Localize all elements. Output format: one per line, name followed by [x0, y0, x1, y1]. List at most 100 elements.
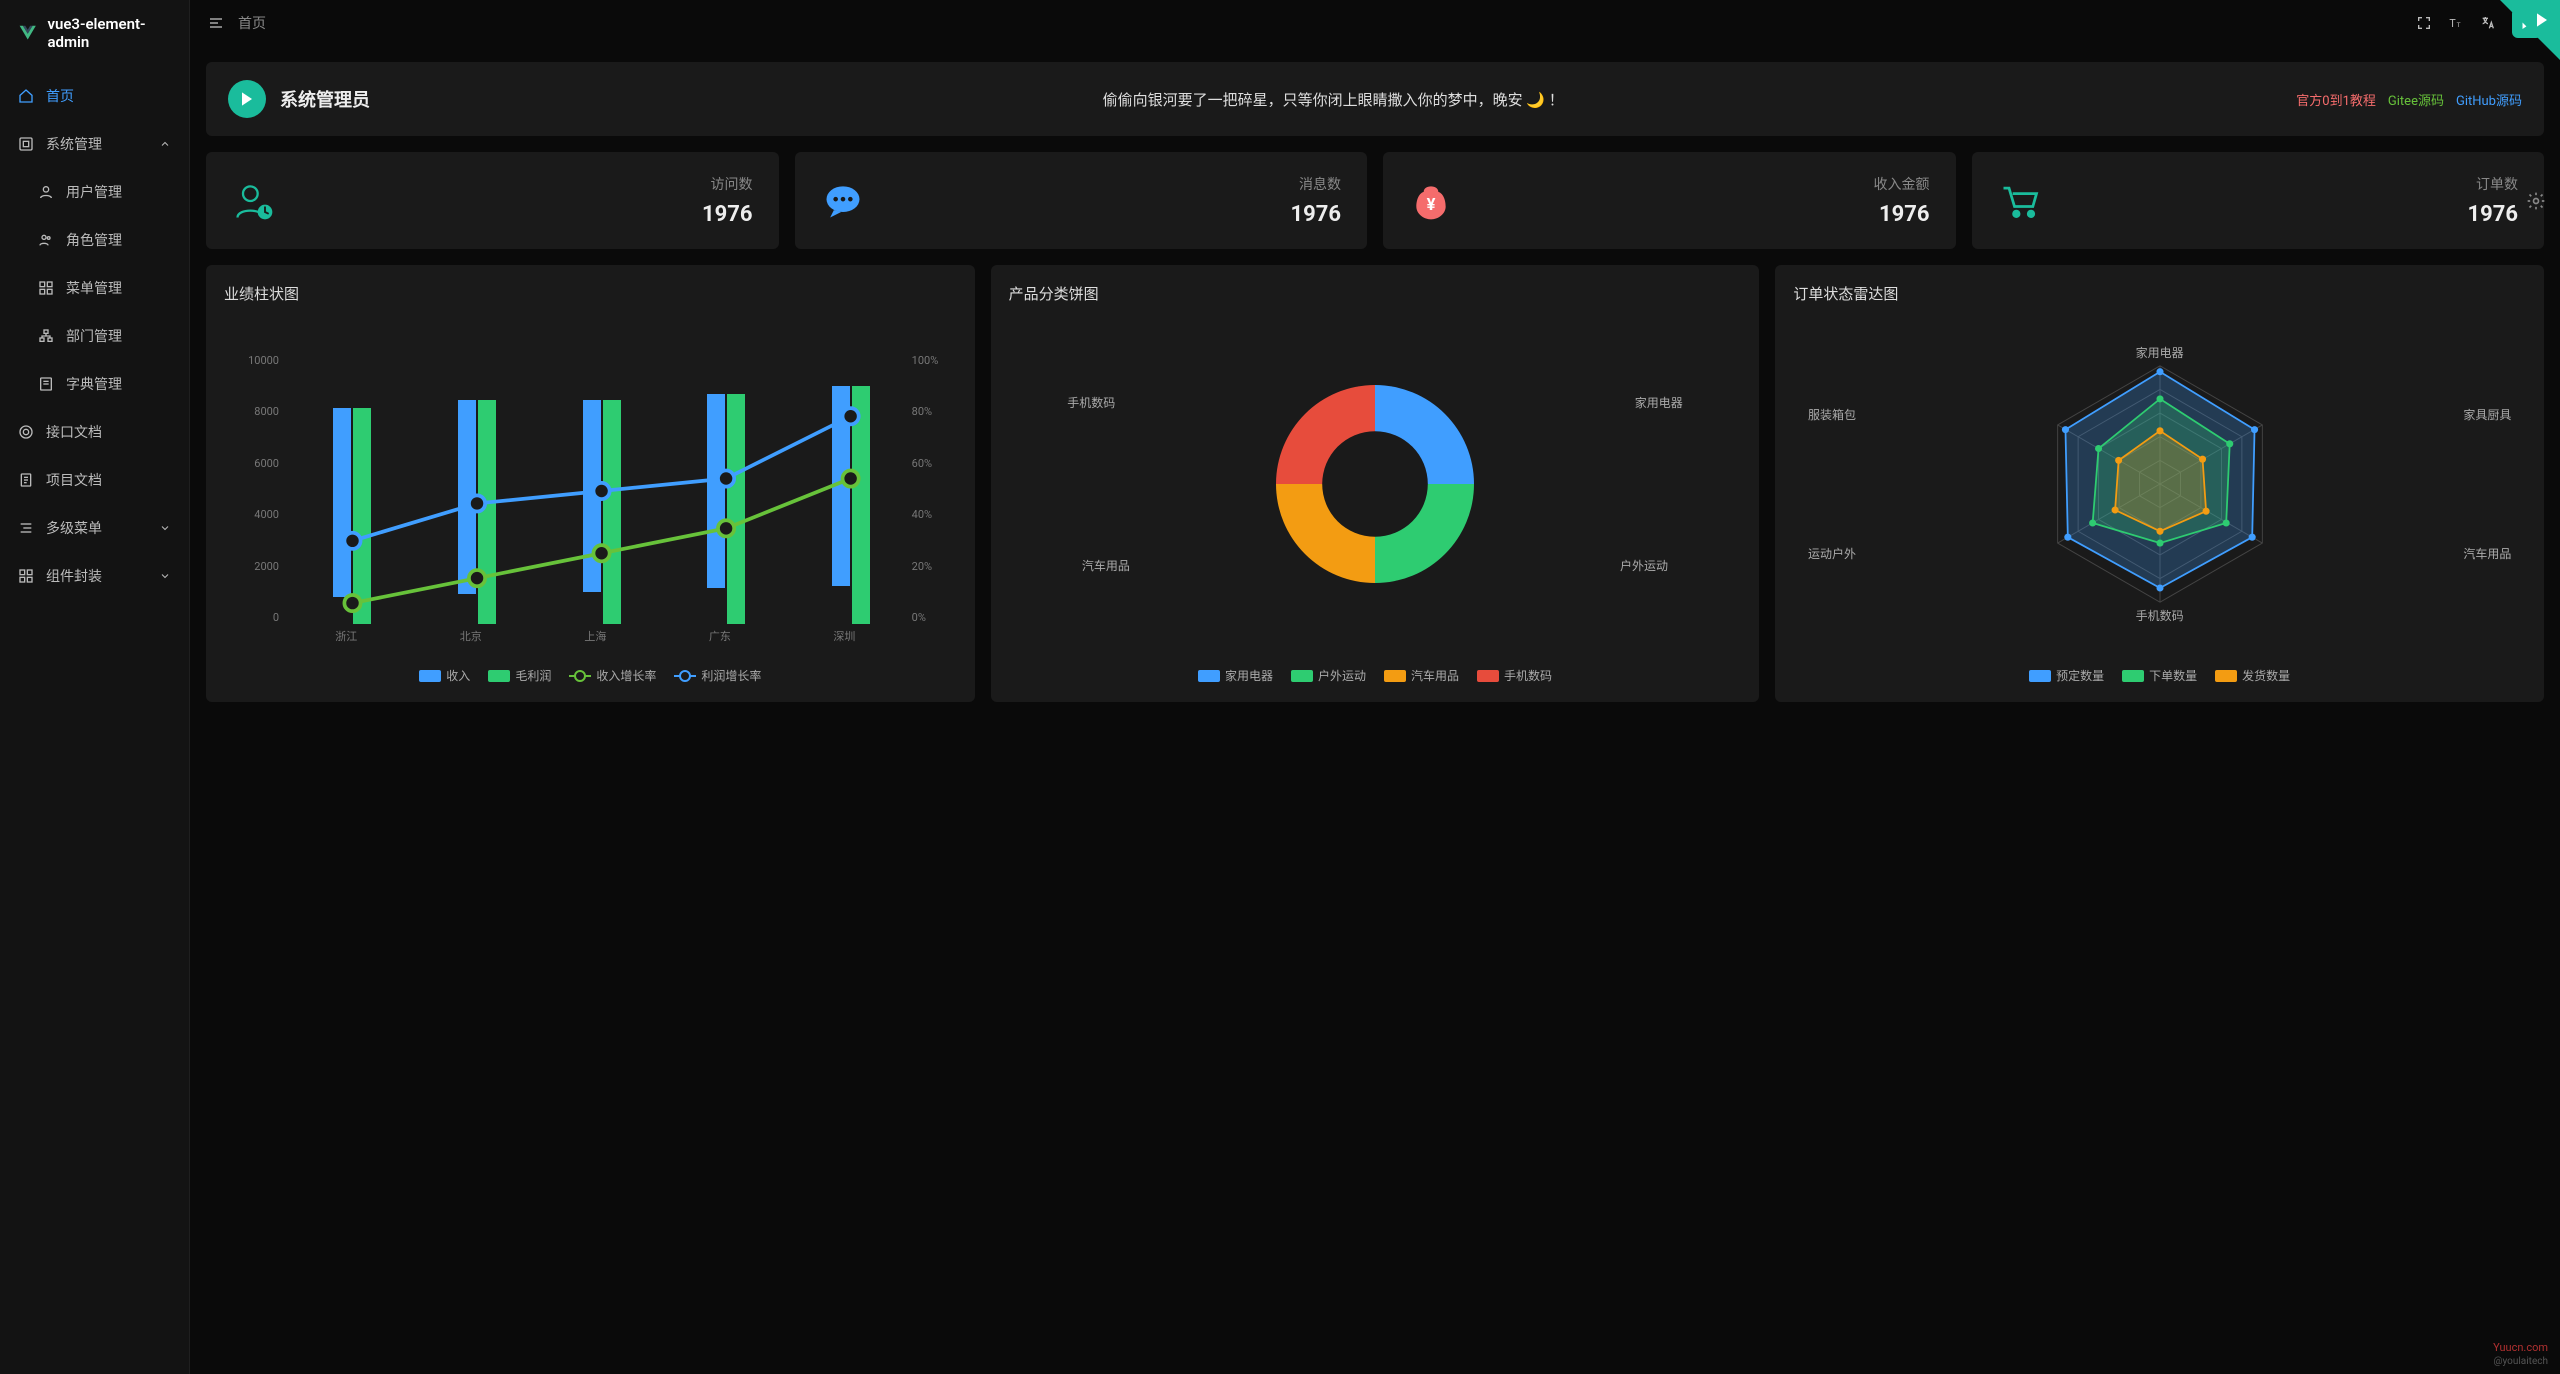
corner-ribbon[interactable] — [2500, 0, 2560, 60]
sidebar-item-home[interactable]: 首页 — [0, 72, 189, 120]
menu-icon — [38, 280, 54, 296]
pie-chart-card: 产品分类饼图 家用电器 户外运动 汽车 — [991, 265, 1760, 702]
bar-chart-body: 10000 8000 6000 4000 2000 0 100% 80% 60%… — [224, 344, 957, 684]
component-icon — [18, 568, 34, 584]
sidebar-item-project-doc[interactable]: 项目文档 — [0, 456, 189, 504]
settings-icon — [18, 136, 34, 152]
home-icon — [18, 88, 34, 104]
sidebar-item-dept[interactable]: 部门管理 — [0, 312, 189, 360]
sidebar-item-label: 项目文档 — [46, 470, 171, 490]
bar-area — [284, 354, 907, 624]
stat-label: 收入金额 — [1874, 174, 1930, 194]
stat-income: ¥ 收入金额 1976 — [1383, 152, 1956, 249]
pie-label: 家用电器 — [1635, 394, 1683, 411]
svg-text:T: T — [2449, 17, 2456, 30]
sidebar-item-label: 系统管理 — [46, 134, 147, 154]
stat-orders: 订单数 1976 — [1972, 152, 2545, 249]
sidebar-item-label: 多级菜单 — [46, 518, 147, 538]
link-github[interactable]: GitHub源码 — [2456, 90, 2522, 109]
visitor-icon — [232, 179, 276, 223]
radar-chart-card: 订单状态雷达图 — [1775, 265, 2544, 702]
stat-value: 1976 — [1874, 202, 1930, 227]
vue-logo-icon — [18, 22, 37, 44]
dict-icon — [38, 376, 54, 392]
pie-label: 汽车用品 — [1082, 557, 1130, 574]
welcome-banner: 系统管理员 偷偷向银河要了一把碎星，只等你闭上眼睛撒入你的梦中，晚安 🌙 ！ 官… — [206, 62, 2544, 136]
chart-title: 业绩柱状图 — [224, 283, 957, 304]
cart-icon — [1998, 179, 2042, 223]
translate-icon[interactable] — [2480, 15, 2496, 31]
collapse-icon[interactable] — [208, 15, 224, 31]
settings-gear-icon[interactable] — [2526, 191, 2546, 211]
sidebar-item-users[interactable]: 用户管理 — [0, 168, 189, 216]
chevron-up-icon — [159, 138, 171, 150]
logo-area: vue3-element-admin — [0, 0, 189, 66]
sidebar-item-menus[interactable]: 菜单管理 — [0, 264, 189, 312]
x-axis: 浙江 北京 上海 广东 深圳 — [284, 628, 907, 644]
sidebar-item-label: 菜单管理 — [66, 278, 171, 298]
chevron-down-icon — [159, 570, 171, 582]
stat-label: 访问数 — [702, 174, 753, 194]
admin-avatar — [228, 80, 266, 118]
bar-legend: 收入 毛利润 收入增长率 利润增长率 — [224, 667, 957, 684]
fullscreen-icon[interactable] — [2416, 15, 2432, 31]
money-icon: ¥ — [1409, 179, 1453, 223]
sidebar-item-label: 字典管理 — [66, 374, 171, 394]
sidebar-item-label: 角色管理 — [66, 230, 171, 250]
charts-row: 业绩柱状图 10000 8000 6000 4000 2000 0 100% — [206, 265, 2544, 702]
api-icon — [18, 424, 34, 440]
stat-visits: 访问数 1976 — [206, 152, 779, 249]
link-tutorial[interactable]: 官方0到1教程 — [2296, 90, 2376, 109]
sidebar-item-api-doc[interactable]: 接口文档 — [0, 408, 189, 456]
main-area: 首页 TT 系统管理员 偷偷向银河要了一把碎星，只等你闭上眼睛撒入你的 — [190, 0, 2560, 1374]
admin-title: 系统管理员 — [280, 86, 370, 112]
multilevel-icon — [18, 520, 34, 536]
app-name: vue3-element-admin — [47, 15, 171, 51]
radar-chart-body: 家用电器 家具厨具 汽车用品 手机数码 运动户外 服装箱包 预定数量 下单数量 … — [1793, 344, 2526, 684]
radar-svg — [2030, 354, 2290, 614]
radar-legend: 预定数量 下单数量 发货数量 — [1793, 667, 2526, 684]
sidebar-item-label: 组件封装 — [46, 566, 147, 586]
sidebar-item-system[interactable]: 系统管理 — [0, 120, 189, 168]
stat-value: 1976 — [2468, 202, 2519, 227]
doc-icon — [18, 472, 34, 488]
svg-text:¥: ¥ — [1427, 196, 1436, 215]
bar-chart-card: 业绩柱状图 10000 8000 6000 4000 2000 0 100% — [206, 265, 975, 702]
stat-label: 订单数 — [2468, 174, 2519, 194]
chart-title: 订单状态雷达图 — [1793, 283, 2526, 304]
link-gitee[interactable]: Gitee源码 — [2388, 90, 2444, 109]
topbar: 首页 TT — [190, 0, 2560, 46]
svg-text:T: T — [2457, 21, 2461, 29]
stats-row: 访问数 1976 消息数1976 ¥ 收入金额 1976 订单数 1976 — [206, 152, 2544, 249]
donut-svg — [1265, 374, 1485, 594]
stat-value: 1976 — [702, 202, 753, 227]
watermark: Yuucn.com @youlaitech — [2493, 1341, 2548, 1368]
banner-links: 官方0到1教程 Gitee源码 GitHub源码 — [2296, 90, 2522, 109]
message-icon — [821, 179, 865, 223]
fontsize-icon[interactable]: TT — [2448, 15, 2464, 31]
pie-label: 户外运动 — [1620, 557, 1668, 574]
sidebar-item-roles[interactable]: 角色管理 — [0, 216, 189, 264]
stat-value: 1976 — [1291, 202, 1342, 227]
sidebar-item-label: 部门管理 — [66, 326, 171, 346]
chevron-down-icon — [159, 522, 171, 534]
sidebar-item-dict[interactable]: 字典管理 — [0, 360, 189, 408]
sidebar-item-label: 接口文档 — [46, 422, 171, 442]
user-icon — [38, 184, 54, 200]
sidebar: vue3-element-admin 首页 系统管理 用户管理 角色管理 — [0, 0, 190, 1374]
chart-title: 产品分类饼图 — [1009, 283, 1742, 304]
sidebar-item-label: 用户管理 — [66, 182, 171, 202]
topbar-left: 首页 — [208, 13, 266, 33]
banner-message: 偷偷向银河要了一把碎星，只等你闭上眼睛撒入你的梦中，晚安 🌙 ！ — [1103, 89, 1564, 110]
dept-icon — [38, 328, 54, 344]
pie-label: 手机数码 — [1067, 394, 1115, 411]
sidebar-item-multilevel[interactable]: 多级菜单 — [0, 504, 189, 552]
sidebar-menu: 首页 系统管理 用户管理 角色管理 菜单管理 部门管理 — [0, 66, 189, 1374]
role-icon — [38, 232, 54, 248]
breadcrumb: 首页 — [238, 13, 266, 33]
sidebar-item-components[interactable]: 组件封装 — [0, 552, 189, 600]
y-axis-right: 100% 80% 60% 40% 20% 0% — [912, 354, 957, 624]
stat-messages: 消息数1976 — [795, 152, 1368, 249]
sidebar-item-label: 首页 — [46, 86, 171, 106]
pie-legend: 家用电器 户外运动 汽车用品 手机数码 — [1009, 667, 1742, 684]
